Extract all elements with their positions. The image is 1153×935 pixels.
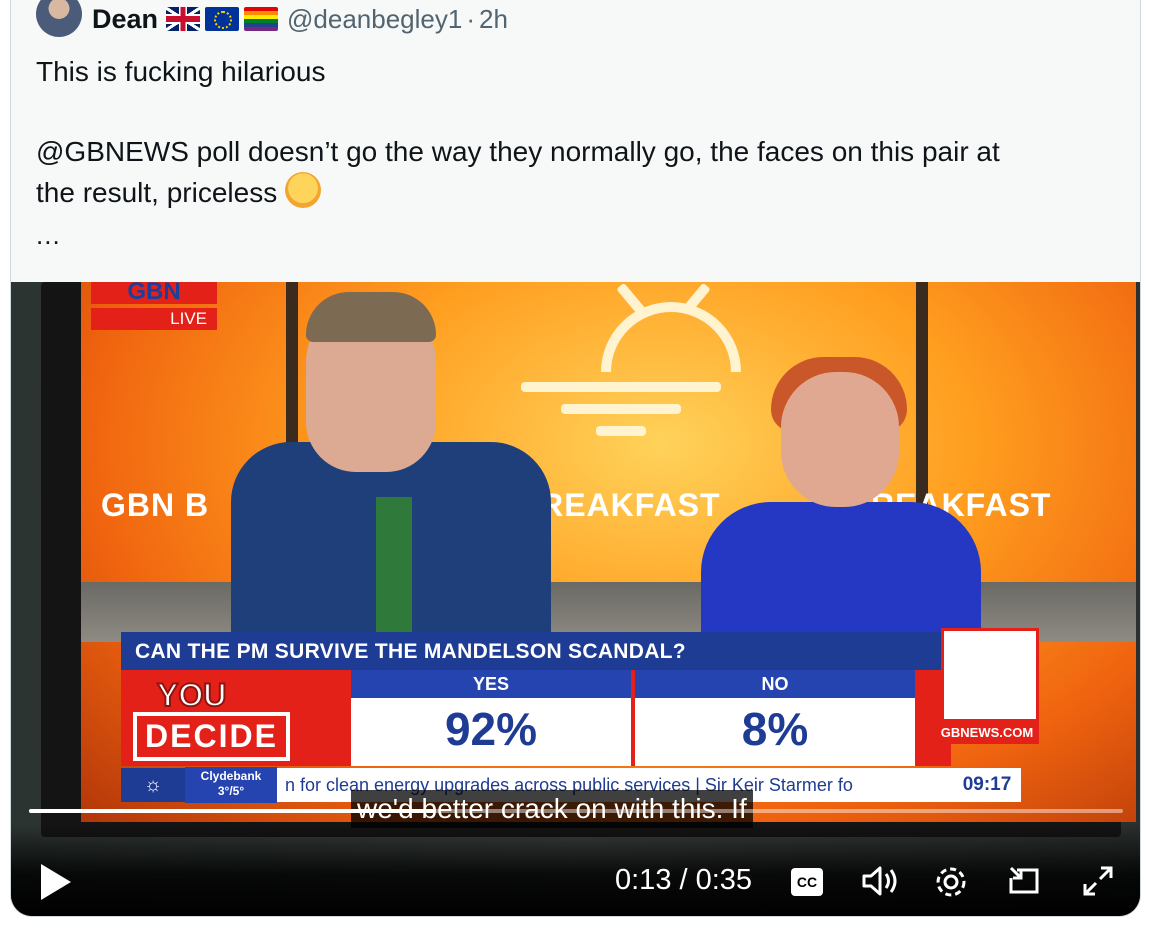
video-player[interactable]: GBN LIVE GBN B BREAKFAST REAKFAST CAN TH… <box>11 282 1140 916</box>
brand-left: GBN B <box>101 487 210 523</box>
pip-icon[interactable] <box>1007 864 1041 904</box>
poll-option-no: NO 8% <box>635 670 915 766</box>
hugging-face-emoji <box>285 172 321 208</box>
tweet-line-2: @GBNEWS poll doesn’t go the way they nor… <box>36 136 1000 167</box>
captions-button[interactable]: CC <box>791 868 823 896</box>
separator: · <box>466 3 476 34</box>
tv-frame: GBN LIVE GBN B BREAKFAST REAKFAST CAN TH… <box>41 282 1136 837</box>
poll-graphic: CAN THE PM SURVIVE THE MANDELSON SCANDAL… <box>121 628 1039 782</box>
gbnews-url: GBNEWS.COM <box>935 722 1039 744</box>
author-name[interactable]: Dean <box>92 4 158 35</box>
sun-icon: ☼ <box>121 768 185 802</box>
avatar[interactable] <box>36 0 82 37</box>
show-more[interactable]: ... <box>36 220 61 251</box>
tweet-header: Dean @deanbegley1 · 2h <box>36 0 508 38</box>
qr-code <box>941 628 1039 722</box>
fullscreen-icon[interactable] <box>1081 864 1115 904</box>
time-display: 0:13 / 0:35 <box>615 864 753 896</box>
tweet-line-1: This is fucking hilarious <box>36 56 326 87</box>
play-icon[interactable] <box>41 864 71 900</box>
ticker-clock: 09:17 <box>962 774 1012 795</box>
rainbow-flag-icon <box>244 7 279 31</box>
female-presenter <box>701 502 981 642</box>
poll-question: CAN THE PM SURVIVE THE MANDELSON SCANDAL… <box>121 632 965 670</box>
uk-flag-icon <box>166 7 201 31</box>
you-decide-logo: YOU DECIDE <box>133 677 323 761</box>
settings-icon[interactable] <box>933 864 969 906</box>
author-handle[interactable]: @deanbegley1 <box>287 4 462 35</box>
tweet-line-3: the result, priceless <box>36 177 278 208</box>
tweet-text: This is fucking hilarious @GBNEWS poll d… <box>36 52 1116 213</box>
video-controls: 0:13 / 0:35 CC <box>11 824 1140 916</box>
progress-bar[interactable] <box>29 809 1123 813</box>
gbn-logo: GBN LIVE <box>91 282 217 330</box>
poll-option-yes: YES 92% <box>351 670 631 766</box>
tweet-card[interactable]: Dean @deanbegley1 · 2h This is fucking h… <box>10 0 1141 917</box>
live-badge: LIVE <box>91 308 217 330</box>
volume-icon[interactable] <box>861 864 899 904</box>
eu-flag-icon <box>205 7 240 31</box>
timestamp[interactable]: 2h <box>479 4 508 35</box>
weather-location: Clydebank 3°/5° <box>185 767 277 803</box>
